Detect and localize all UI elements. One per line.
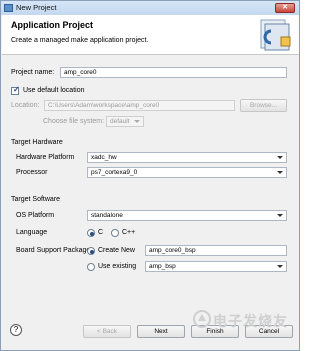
next-button[interactable]: Next (137, 325, 185, 338)
filesystem-label: Choose file system: (43, 118, 105, 125)
hardware-platform-select[interactable]: xadc_hw (87, 152, 287, 163)
bsp-create-new-radio[interactable] (87, 247, 95, 255)
use-default-location-checkbox[interactable]: ✓ (11, 85, 20, 95)
bsp-create-new-input[interactable]: amp_core0_bsp (145, 245, 287, 256)
os-platform-value: standalone (91, 212, 123, 219)
watermark: 电子发烧友 (193, 309, 295, 333)
back-button[interactable]: < Back (83, 325, 131, 338)
chevron-down-icon (277, 156, 283, 159)
target-software-heading: Target Software (11, 196, 61, 203)
page-description: Create a managed make application projec… (11, 37, 149, 44)
project-name-input[interactable]: amp_core0 (60, 67, 287, 78)
project-banner-icon (260, 19, 291, 51)
filesystem-select[interactable]: default (106, 116, 144, 127)
bsp-use-existing-value: amp_bsp (149, 263, 176, 270)
processor-select[interactable]: ps7_cortexa9_0 (87, 167, 287, 178)
chevron-down-icon (277, 265, 283, 268)
new-project-window: New Project ✕ Application Project Create… (0, 0, 300, 351)
help-icon[interactable]: ? (10, 324, 22, 336)
target-hardware-heading: Target Hardware (11, 139, 63, 146)
language-cpp-label: C++ (122, 229, 136, 236)
use-default-location-label: Use default location (23, 87, 85, 94)
filesystem-value: default (110, 118, 130, 125)
language-c-radio[interactable] (87, 229, 95, 237)
location-label: Location: (11, 102, 40, 109)
wizard-header: Application Project Create a managed mak… (2, 15, 299, 55)
chevron-down-icon (277, 214, 283, 217)
processor-label: Processor (16, 169, 48, 176)
app-icon (4, 4, 13, 12)
location-input[interactable]: C:\Users\Adam\workspace\amp_core0 (44, 100, 235, 111)
processor-value: ps7_cortexa9_0 (91, 169, 138, 176)
bsp-use-existing-select[interactable]: amp_bsp (145, 261, 287, 272)
os-platform-label: OS Platform (16, 212, 55, 219)
bsp-label: Board Support Package (16, 247, 91, 254)
title-bar: New Project ✕ (1, 1, 299, 15)
chevron-down-icon (134, 120, 140, 123)
language-cpp-radio[interactable] (111, 229, 119, 237)
bsp-use-existing-radio[interactable] (87, 263, 95, 271)
bsp-create-new-label: Create New (98, 247, 135, 254)
language-c-label: C (98, 229, 104, 236)
watermark-logo-icon (193, 310, 211, 328)
language-label: Language (16, 229, 48, 236)
watermark-text: 电子发烧友 (213, 313, 288, 329)
os-platform-select[interactable]: standalone (87, 210, 287, 221)
project-name-label: Project name: (11, 69, 55, 76)
hardware-platform-value: xadc_hw (91, 154, 117, 161)
close-button[interactable]: ✕ (275, 3, 295, 13)
window-title: New Project (16, 3, 57, 12)
hardware-platform-label: Hardware Platform (16, 154, 75, 161)
chevron-down-icon (277, 171, 283, 174)
page-title: Application Project (11, 20, 94, 30)
browse-button[interactable]: Browse... (240, 99, 287, 112)
bsp-use-existing-label: Use existing (98, 263, 137, 270)
